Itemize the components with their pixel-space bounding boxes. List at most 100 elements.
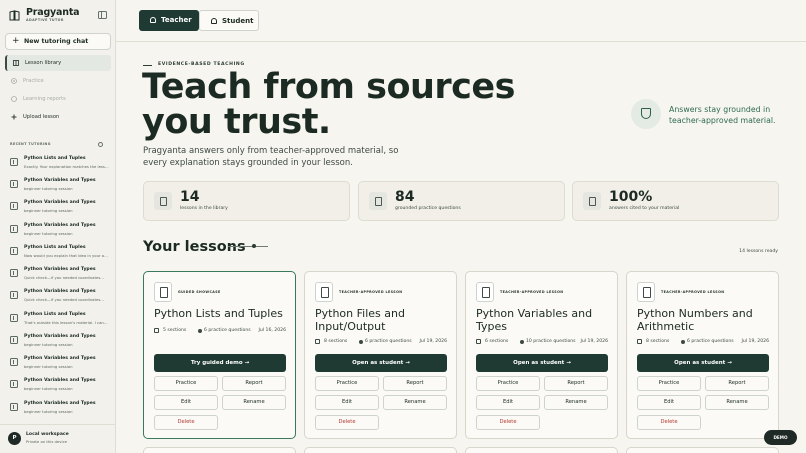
book-icon: [13, 60, 19, 66]
recent-session[interactable]: Python Variables and Types beginner tutor…: [5, 375, 111, 397]
delete-button[interactable]: Delete: [476, 415, 540, 430]
delete-button[interactable]: Delete: [154, 415, 218, 430]
book-icon: [10, 403, 18, 411]
nav-lesson-library[interactable]: Lesson library: [5, 55, 111, 71]
report-button[interactable]: Report: [222, 376, 286, 391]
lesson-card: GUIDED SHOWCASE Python Lists and Tuples …: [143, 271, 296, 439]
practice-button[interactable]: Practice: [154, 376, 218, 391]
grounded-badge: [631, 99, 661, 129]
recent-session[interactable]: Python Variables and Types beginner tutor…: [5, 353, 111, 375]
target-icon: [11, 78, 17, 84]
nav-learning-reports[interactable]: Learning reports: [5, 91, 111, 107]
delete-button[interactable]: Delete: [315, 415, 379, 430]
lesson-card-peek: [143, 447, 296, 453]
book-icon: [10, 269, 18, 277]
recent-session[interactable]: Python Variables and Types beginner tutor…: [5, 398, 111, 420]
sections-icon: [315, 339, 320, 344]
lesson-tag: TEACHER-APPROVED LESSON: [339, 290, 403, 294]
practice-button[interactable]: Practice: [476, 376, 540, 391]
user-icon: [211, 18, 217, 24]
nav-upload-lesson[interactable]: Upload lesson: [5, 109, 111, 125]
student-role-button[interactable]: Student: [199, 10, 259, 31]
recent-session[interactable]: Python Variables and Types Quick check—if…: [5, 264, 111, 286]
report-button[interactable]: Report: [705, 376, 769, 391]
lesson-meta: 8 sections 6 practice questions Jul 19, …: [315, 339, 447, 347]
document-icon: [315, 282, 333, 302]
lessons-heading: Your lessons: [143, 239, 246, 255]
rename-button[interactable]: Rename: [222, 395, 286, 410]
practice-button[interactable]: Practice: [315, 376, 379, 391]
sidebar-collapse-icon[interactable]: [98, 11, 107, 19]
recent-tutoring-label: RECENT TUTORING: [10, 142, 51, 146]
recent-session[interactable]: Python Variables and Types beginner tutor…: [5, 331, 111, 353]
workspace-subtitle: Private on this device: [26, 439, 67, 444]
delete-button[interactable]: Delete: [637, 415, 701, 430]
questions-icon: [520, 340, 524, 344]
shield-icon: [583, 192, 601, 210]
document-icon: [154, 282, 172, 302]
book-icon: [10, 180, 18, 188]
lesson-tag: TEACHER-APPROVED LESSON: [661, 290, 725, 294]
edit-button[interactable]: Edit: [154, 395, 218, 410]
edit-button[interactable]: Edit: [476, 395, 540, 410]
eyebrow-divider: [143, 65, 152, 66]
lesson-title: Python Lists and Tuples: [154, 307, 283, 320]
rename-button[interactable]: Rename: [705, 395, 769, 410]
recent-session[interactable]: Python Lists and Tuples Exactly. Your exp…: [5, 153, 111, 175]
lesson-card: TEACHER-APPROVED LESSON Python Numbers a…: [626, 271, 779, 439]
brand-name: Pragyanta: [26, 7, 80, 18]
shield-icon: [641, 108, 651, 119]
stat-cited: 100% answers cited to your material: [572, 181, 779, 221]
book-icon: [10, 202, 18, 210]
document-icon: [476, 282, 494, 302]
questions-icon: [359, 340, 363, 344]
target-icon: [369, 192, 387, 210]
lesson-card-peek: [304, 447, 457, 453]
sections-icon: [476, 339, 481, 344]
search-icon[interactable]: [98, 142, 103, 147]
user-icon: [150, 17, 156, 23]
book-icon: [10, 291, 18, 299]
lesson-title: Python Files and Input/Output: [315, 307, 405, 333]
open-as-student-button[interactable]: Open as student →: [315, 354, 447, 372]
lesson-card: TEACHER-APPROVED LESSON Python Files and…: [304, 271, 457, 439]
lesson-card-peek: [626, 447, 779, 453]
report-button[interactable]: Report: [383, 376, 447, 391]
rename-button[interactable]: Rename: [544, 395, 608, 410]
nav-practice[interactable]: Practice: [5, 73, 111, 89]
sections-icon: [154, 328, 159, 333]
rename-button[interactable]: Rename: [383, 395, 447, 410]
recent-session[interactable]: Python Lists and Tuples That's outside th…: [5, 309, 111, 331]
document-icon: [637, 282, 655, 302]
teacher-role-button[interactable]: Teacher: [139, 10, 199, 31]
book-icon: [10, 225, 18, 233]
book-icon: [10, 380, 18, 388]
book-icon: [10, 158, 18, 166]
recent-session[interactable]: Python Variables and Types beginner tutor…: [5, 175, 111, 197]
report-button[interactable]: Report: [544, 376, 608, 391]
recent-session[interactable]: Python Variables and Types beginner tutor…: [5, 220, 111, 242]
open-as-student-button[interactable]: Open as student →: [637, 354, 769, 372]
lesson-meta: 6 sections 10 practice questions Jul 19,…: [476, 339, 608, 347]
practice-button[interactable]: Practice: [637, 376, 701, 391]
workspace-switcher[interactable]: P Local workspace Private on this device: [0, 424, 116, 453]
open-as-student-button[interactable]: Open as student →: [476, 354, 608, 372]
sections-icon: [637, 339, 642, 344]
try-guided-demo-button[interactable]: Try guided demo →: [154, 354, 286, 372]
recent-session[interactable]: Python Variables and Types beginner tutor…: [5, 197, 111, 219]
edit-button[interactable]: Edit: [637, 395, 701, 410]
lesson-card-peek: [465, 447, 618, 453]
topbar: Teacher Student: [116, 0, 806, 42]
demo-button[interactable]: DEMO: [764, 430, 797, 445]
book-icon: [10, 314, 18, 322]
brand-tagline: ADAPTIVE TUTOR: [26, 18, 64, 22]
brand: Pragyanta ADAPTIVE TUTOR: [9, 7, 109, 25]
new-chat-button[interactable]: + New tutoring chat: [5, 33, 111, 50]
book-icon: [10, 336, 18, 344]
lesson-meta: 8 sections 6 practice questions Jul 19, …: [637, 339, 769, 347]
book-icon: [10, 247, 18, 255]
recent-session[interactable]: Python Variables and Types Quick check—if…: [5, 286, 111, 308]
edit-button[interactable]: Edit: [315, 395, 379, 410]
recent-session[interactable]: Python Lists and Tuples Now would you exp…: [5, 242, 111, 264]
avatar: P: [8, 432, 21, 445]
